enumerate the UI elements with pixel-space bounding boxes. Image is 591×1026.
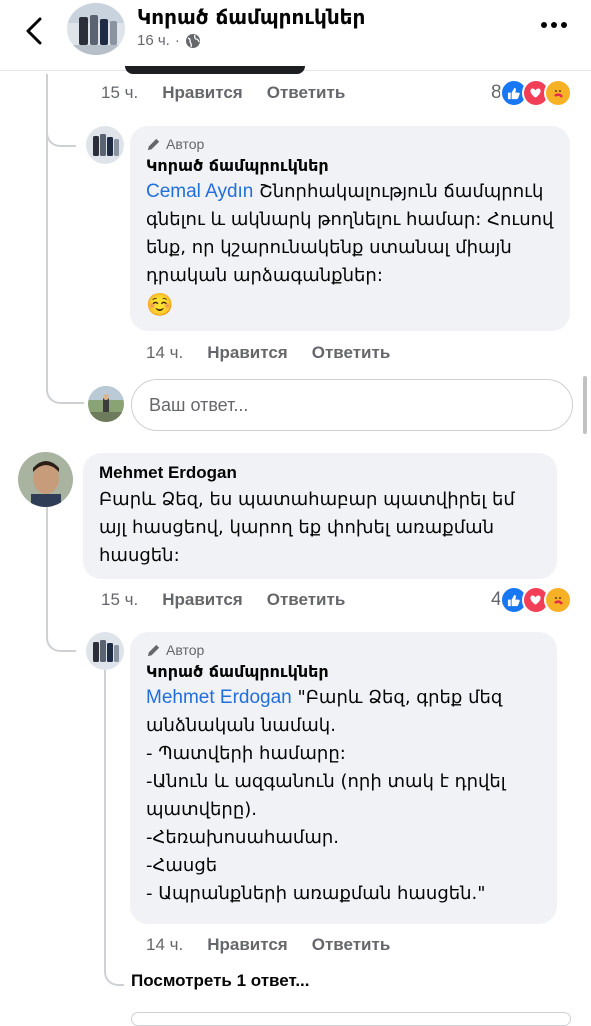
care-reaction-icon — [543, 586, 572, 614]
emoji: ☺️ — [146, 292, 174, 317]
author-badge: Автор — [146, 642, 541, 658]
mention-link[interactable]: Mehmet Erdogan — [146, 687, 292, 708]
like-button[interactable]: Нравится — [162, 590, 243, 610]
thread-connector — [104, 948, 124, 986]
pencil-icon — [147, 138, 160, 150]
post-meta: 16 ч. · — [137, 32, 201, 49]
page-avatar[interactable] — [67, 3, 125, 55]
globe-icon — [185, 33, 200, 48]
user-avatar — [88, 386, 124, 422]
comment-actions: 14 ч. Нравится Ответить — [146, 935, 390, 955]
view-more-replies-link[interactable]: Посмотреть 1 ответ... — [131, 971, 310, 991]
comment-line: - Ապրանքների առաքման հասցեն." — [146, 883, 486, 904]
reaction-summary[interactable]: 8 — [491, 79, 572, 107]
thread-line — [46, 505, 48, 615]
comment-line: -Հասցե — [146, 855, 218, 876]
comment-author[interactable]: Կորած ճամպրուկներ — [146, 156, 554, 175]
comment-time: 15 ч. — [101, 83, 139, 102]
post-time: 16 ч. — [137, 32, 170, 49]
like-button[interactable]: Нравится — [207, 935, 288, 955]
reply-button[interactable]: Ответить — [312, 343, 391, 363]
thread-line — [104, 668, 106, 958]
reply-button[interactable]: Ответить — [267, 590, 346, 610]
thread-connector — [46, 380, 84, 404]
comment-author[interactable]: Կորած ճամպրուկներ — [146, 662, 541, 681]
pencil-icon — [147, 644, 160, 656]
author-badge: Автор — [146, 136, 554, 152]
care-reaction-icon — [543, 79, 572, 107]
reply-button[interactable]: Ответить — [312, 935, 391, 955]
page-title[interactable]: Կորած ճամպրուկներ — [137, 5, 365, 29]
comment-actions: 14 ч. Нравится Ответить — [146, 343, 390, 363]
comment-text: Mehmet Erdogan "Բարև Ձեզ, գրեք մեզ անձնա… — [146, 684, 541, 740]
like-button[interactable]: Нравится — [162, 83, 243, 103]
commenter-avatar[interactable] — [18, 452, 73, 507]
mention-link[interactable]: Cemal Aydın — [146, 181, 253, 202]
reply-bubble: Автор Կորած ճամպրուկներ Cemal Aydın Շնոր… — [130, 126, 570, 331]
page-avatar-small[interactable] — [86, 126, 124, 164]
comment-time: 15 ч. — [101, 590, 139, 609]
comment-body: Բարև Ձեզ, ես պատահաբար պատվիրել եմ այլ հ… — [99, 489, 515, 566]
comment-bubble: Mehmet Erdogan Բարև Ձեզ, ես պատահաբար պա… — [83, 453, 557, 579]
like-button[interactable]: Нравится — [207, 343, 288, 363]
comment-text: Cemal Aydın Շնորհակալություն ճամպրուկ գն… — [146, 178, 554, 290]
comment-line: - Պատվերի համարը: — [146, 743, 346, 764]
top-bar: Կորած ճամպրուկներ 16 ч. · — [0, 0, 591, 71]
comment-actions: 15 ч. Нравится Ответить — [101, 590, 345, 610]
reply-bubble: Автор Կորած ճամպրուկներ Mehmet Erdogan "… — [130, 632, 557, 924]
next-comment-edge — [131, 1012, 571, 1026]
back-chevron-icon[interactable] — [20, 16, 50, 46]
author-badge-label: Автор — [166, 136, 205, 152]
comment-actions: 15 ч. Нравится Ответить — [101, 83, 345, 103]
thread-connector — [46, 110, 76, 147]
reply-button[interactable]: Ответить — [267, 83, 346, 103]
reaction-summary[interactable]: 4 — [491, 586, 572, 614]
scrollbar[interactable] — [583, 376, 587, 434]
previous-bubble-edge — [125, 66, 305, 74]
comment-author[interactable]: Mehmet Erdogan — [99, 463, 541, 483]
page-avatar-small[interactable] — [86, 632, 124, 670]
more-options-icon[interactable] — [539, 15, 569, 35]
comment-time: 14 ч. — [146, 935, 184, 954]
reply-input[interactable]: Ваш ответ... — [131, 379, 573, 431]
comment-line: -Հեռախոսահամար. — [146, 827, 339, 848]
thread-connector — [46, 612, 76, 652]
comment-time: 14 ч. — [146, 343, 184, 362]
comment-line: -Անուն և ազգանուն (որի տակ է դրվել պատվե… — [146, 771, 506, 820]
author-badge-label: Автор — [166, 642, 205, 658]
